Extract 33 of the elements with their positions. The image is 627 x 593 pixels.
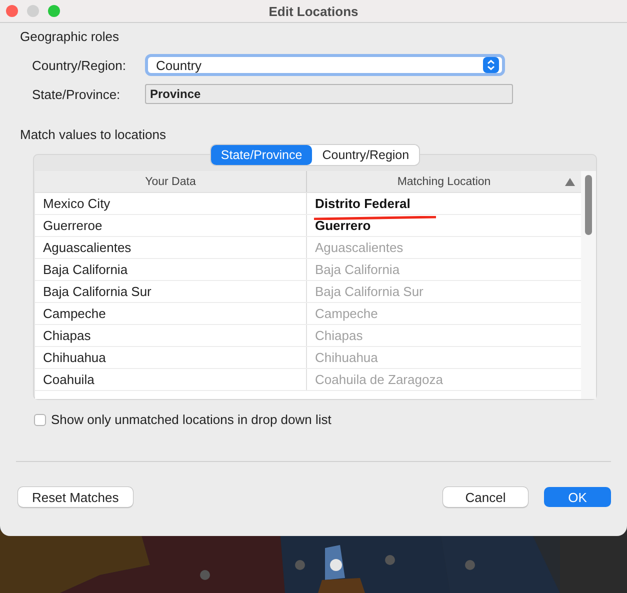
- dialog-button[interactable]: Cancel: [443, 487, 528, 507]
- scroll-thumb[interactable]: [585, 175, 592, 235]
- window-title: Edit Locations: [268, 4, 358, 18]
- table-cell: Chihuahua: [43, 350, 106, 365]
- dropdown[interactable]: Country: [145, 54, 505, 76]
- minimize-button[interactable]: [27, 5, 39, 17]
- section-heading: Match values to locations: [20, 127, 167, 142]
- tab[interactable]: State/Province: [210, 145, 312, 165]
- section-heading: Geographic roles: [20, 29, 120, 44]
- checkbox[interactable]: [34, 414, 46, 426]
- table-cell: Baja California Sur: [43, 284, 152, 299]
- table-cell: Guerreroe: [43, 218, 102, 233]
- column-header[interactable]: Matching Location: [397, 176, 491, 188]
- column-header[interactable]: Your Data: [145, 176, 196, 188]
- table-cell: Mexico City: [43, 196, 110, 211]
- zoom-button[interactable]: [48, 5, 60, 17]
- table-cell: Campeche: [43, 306, 106, 321]
- field-label: Country/Region:: [32, 58, 127, 72]
- stepper-icon: [483, 57, 499, 73]
- field-label: State/Province:: [32, 86, 122, 102]
- table-cell[interactable]: Guerrero: [315, 218, 371, 233]
- readonly-field: Province: [145, 84, 513, 104]
- sort-ascending-icon[interactable]: [565, 178, 575, 186]
- table-cell[interactable]: Distrito Federal: [315, 196, 410, 211]
- checkbox-label[interactable]: Show only unmatched locations in drop down list: [51, 412, 332, 427]
- ok-button[interactable]: OK: [544, 487, 611, 507]
- close-button[interactable]: [6, 5, 18, 17]
- table-cell: Chiapas: [43, 328, 91, 343]
- dialog-button[interactable]: Reset Matches: [18, 487, 133, 507]
- scrollbar[interactable]: [581, 171, 596, 399]
- table-cell: Baja California: [43, 262, 128, 277]
- table-cell: Aguascalientes: [43, 240, 132, 255]
- table-cell: Coahuila: [43, 372, 94, 387]
